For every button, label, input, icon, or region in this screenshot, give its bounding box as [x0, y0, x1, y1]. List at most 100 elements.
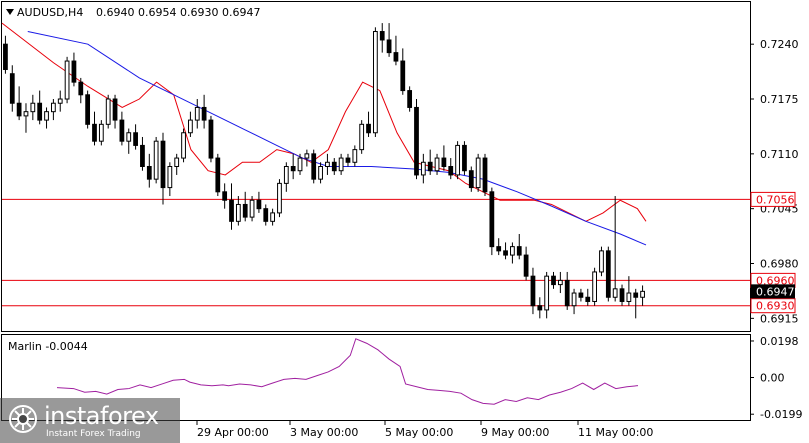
- candle: [222, 191, 228, 201]
- candle: [249, 199, 255, 218]
- candle: [3, 43, 8, 70]
- x-tick-label: 11 May 00:00: [578, 426, 653, 439]
- candle: [626, 292, 632, 302]
- candle: [599, 250, 604, 273]
- candle: [564, 279, 570, 307]
- candle: [256, 199, 262, 210]
- candle: [167, 166, 173, 189]
- candle: [605, 250, 611, 298]
- candle: [297, 157, 303, 172]
- candle: [585, 296, 591, 302]
- candle: [523, 254, 529, 277]
- candle: [420, 161, 426, 176]
- candle: [496, 246, 502, 252]
- candle: [551, 275, 556, 286]
- candle: [633, 292, 639, 298]
- candle: [71, 60, 77, 83]
- candle: [516, 246, 522, 256]
- candle: [98, 123, 104, 142]
- candle: [489, 191, 495, 248]
- candle: [194, 106, 200, 121]
- candle: [318, 166, 323, 180]
- candle: [640, 290, 645, 298]
- candle: [112, 98, 118, 121]
- candle: [311, 153, 317, 180]
- candle: [160, 140, 166, 189]
- logo-brand: instaforex: [44, 402, 159, 430]
- level-price-label: 0.7056: [756, 193, 795, 206]
- y-tick-label: 0.7175: [760, 93, 799, 106]
- candle: [146, 166, 152, 180]
- symbol-label: AUDUSD,H4: [17, 6, 83, 19]
- y-tick-label: 0.6980: [760, 258, 799, 271]
- candle: [105, 98, 111, 125]
- time-axis: 29 Apr 00:00 3 May 00:00 5 May 00:00 9 May …: [196, 421, 653, 439]
- candle: [475, 157, 481, 189]
- x-tick-label: 9 May 00:00: [481, 426, 549, 439]
- candle: [448, 166, 454, 176]
- candle: [482, 157, 488, 193]
- candle: [571, 292, 577, 307]
- candle: [57, 98, 63, 104]
- candle: [530, 275, 536, 307]
- candle: [331, 161, 337, 172]
- candle: [133, 132, 138, 146]
- candle: [208, 119, 214, 159]
- candle: [510, 246, 515, 256]
- candle: [23, 111, 29, 117]
- y2-tick-label: -0.0199: [760, 408, 802, 421]
- candle: [50, 102, 56, 113]
- candle: [85, 94, 91, 125]
- candle: [9, 73, 15, 104]
- candle: [229, 199, 234, 222]
- candle: [277, 182, 282, 214]
- candle: [126, 132, 132, 142]
- candle: [16, 102, 22, 117]
- candle: [290, 166, 296, 172]
- candle: [64, 60, 70, 100]
- candle: [557, 279, 563, 286]
- candle: [338, 157, 344, 172]
- candle: [37, 102, 43, 121]
- candle: [592, 271, 598, 302]
- candle: [462, 144, 467, 172]
- candle: [537, 305, 543, 311]
- candle: [455, 144, 460, 176]
- instaforex-mark-icon: [9, 405, 37, 433]
- y-tick-label: 0.7110: [760, 148, 799, 161]
- candle: [441, 157, 447, 167]
- chart-area: 0.72400.71750.71100.70450.69800.69150.70…: [1, 1, 802, 439]
- candle: [304, 153, 310, 159]
- y-tick-label: 0.6915: [760, 312, 799, 325]
- candle: [119, 119, 125, 142]
- candle: [242, 203, 248, 218]
- ohlc-readout: 0.6940 0.6954 0.6930 0.6947: [96, 6, 260, 19]
- y2-tick-label: 0.0198: [760, 335, 799, 348]
- indicator-axis: 0.0198 0.00 -0.0199: [750, 335, 802, 421]
- candle: [544, 275, 550, 311]
- candle: [181, 132, 186, 159]
- candle: [30, 102, 36, 113]
- candle: [215, 157, 221, 193]
- current-price-label: 0.6947: [756, 285, 795, 298]
- x-tick-label: 5 May 00:00: [385, 426, 453, 439]
- x-tick-label: 29 Apr 00:00: [197, 426, 269, 439]
- candle: [612, 288, 618, 298]
- candle: [78, 81, 84, 96]
- candle: [283, 166, 289, 184]
- candle: [386, 39, 392, 54]
- candle: [352, 149, 358, 163]
- candle: [174, 157, 180, 167]
- indicator-label: Marlin -0.0044: [8, 340, 88, 353]
- candle: [153, 140, 159, 180]
- y2-tick-label: 0.00: [760, 372, 785, 385]
- candle: [325, 161, 330, 168]
- candle: [270, 212, 276, 222]
- candle: [379, 31, 385, 41]
- instaforex-logo: instaforex Instant Forex Trading: [0, 398, 180, 443]
- x-tick-label: 3 May 00:00: [290, 426, 358, 439]
- candle: [414, 106, 419, 176]
- candle: [201, 106, 207, 121]
- candle: [372, 31, 378, 134]
- candle: [263, 208, 269, 222]
